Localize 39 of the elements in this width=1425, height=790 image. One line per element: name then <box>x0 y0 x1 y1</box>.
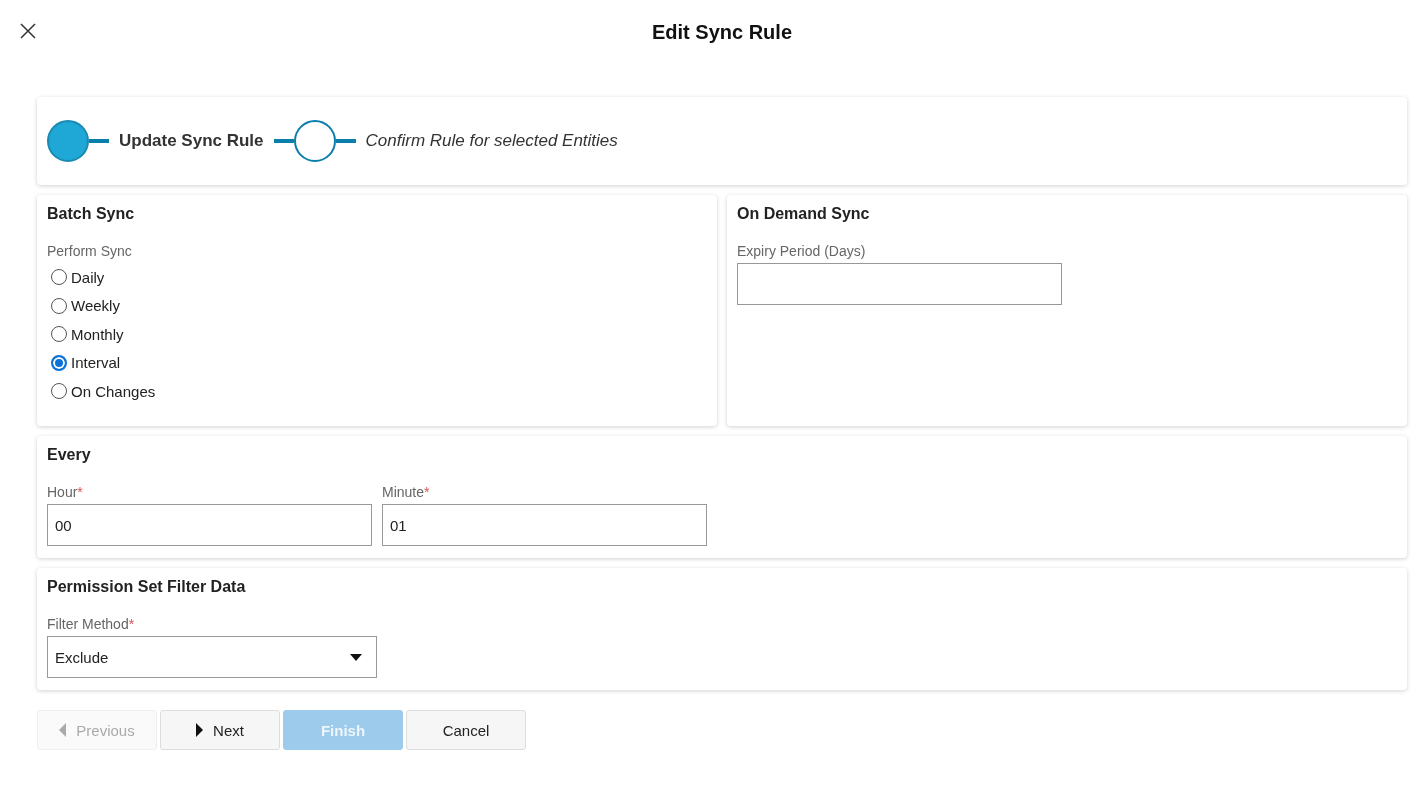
required-asterisk: * <box>77 484 83 500</box>
section-title: On Demand Sync <box>737 205 871 223</box>
step-connector <box>335 139 356 143</box>
close-button[interactable] <box>19 22 37 40</box>
field-label: Perform Sync <box>47 243 133 259</box>
radio-button[interactable] <box>51 269 67 286</box>
expiry-period-field[interactable] <box>737 263 1062 305</box>
section-title: Batch Sync <box>47 205 136 223</box>
section-title: Permission Set Filter Data <box>47 578 247 596</box>
radio-option[interactable]: Daily <box>51 263 105 292</box>
radio-button[interactable] <box>51 383 67 400</box>
dialog-title: Edit Sync Rule <box>652 20 792 44</box>
filter-method-dropdown[interactable]: Exclude <box>47 636 377 678</box>
required-asterisk: * <box>128 616 135 632</box>
radio-option[interactable]: Monthly <box>51 320 124 349</box>
close-icon <box>20 23 36 39</box>
step-connector <box>273 139 294 143</box>
caret-left-icon <box>59 723 67 737</box>
cancel-button[interactable]: Cancel <box>406 710 526 750</box>
caret-down-icon <box>350 653 362 661</box>
step-label: Update Sync Rule <box>119 131 264 151</box>
step-connector <box>89 139 109 143</box>
radio-button[interactable] <box>51 354 67 371</box>
radio-button[interactable] <box>51 297 67 314</box>
caret-right-icon <box>196 723 204 737</box>
field-label: Filter Method* <box>47 616 136 632</box>
field-label: Minute* <box>382 484 431 500</box>
radio-option[interactable]: Interval <box>51 348 121 377</box>
radio-option[interactable]: Weekly <box>51 291 120 320</box>
radio-button[interactable] <box>51 326 67 343</box>
step-label: Confirm Rule for selected Entities <box>365 131 618 151</box>
radio-option[interactable]: On Changes <box>51 377 156 406</box>
required-asterisk: * <box>424 484 430 500</box>
section-title: Every <box>47 446 92 464</box>
field-label: Expiry Period (Days) <box>737 243 867 259</box>
input-field[interactable]: 00 <box>47 504 372 546</box>
field-label: Hour* <box>47 484 84 500</box>
input-field[interactable]: 01 <box>382 504 707 546</box>
next-button[interactable]: Next <box>160 710 280 750</box>
